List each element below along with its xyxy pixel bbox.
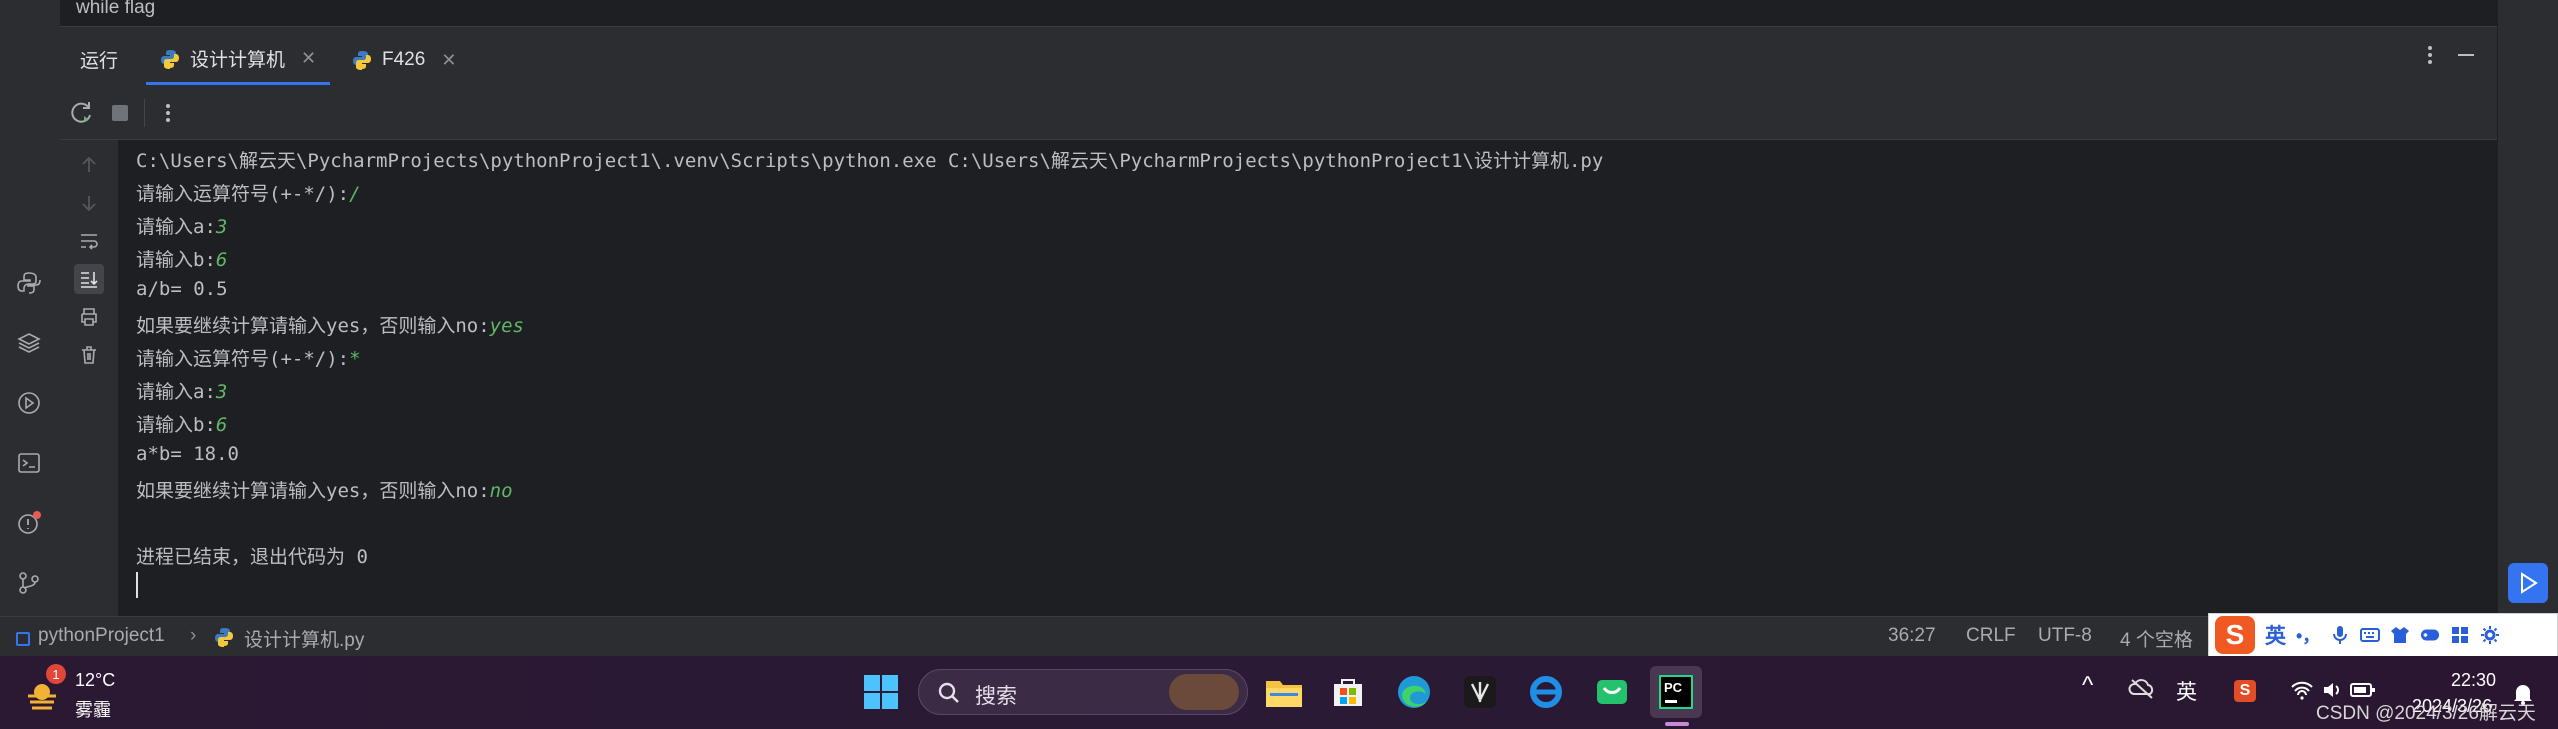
project-folder-icon [16, 632, 30, 646]
console-line: 请输入b:6 [136, 249, 228, 271]
console-line: a/b= 0.5 [136, 278, 228, 300]
pycharm-taskbar-icon[interactable]: PC [1650, 666, 1702, 718]
keyboard-icon[interactable] [2360, 625, 2381, 645]
microsoft-store-icon[interactable] [1322, 666, 1374, 718]
right-tool-strip [2497, 0, 2558, 616]
python-console-icon[interactable] [14, 268, 44, 298]
text-cursor [136, 572, 138, 598]
ime-mode-toggle[interactable]: 英 [2265, 620, 2286, 650]
close-tab-icon[interactable]: ✕ [441, 50, 456, 71]
layers-icon[interactable] [14, 328, 44, 358]
console-line: 请输入运算符号(+-*/):* [136, 348, 361, 370]
console-line: C:\Users\解云天\PycharmProjects\pythonProje… [136, 150, 1604, 172]
line-ending[interactable]: CRLF [1966, 625, 2016, 647]
minimize-icon[interactable] [2454, 43, 2478, 67]
green-app-icon[interactable] [1586, 666, 1638, 718]
search-placeholder: 搜索 [975, 685, 1017, 708]
run-preview-icon[interactable] [2508, 563, 2548, 603]
problems-icon[interactable] [14, 508, 44, 538]
battery-icon[interactable] [2350, 680, 2376, 700]
notification-badge: 1 [46, 664, 66, 684]
console-side-toolbar [60, 140, 118, 616]
console-output[interactable]: C:\Users\解云天\PycharmProjects\pythonProje… [118, 140, 2497, 616]
search-highlight-image [1169, 674, 1239, 710]
chevron-up-icon[interactable]: ^ [2082, 672, 2093, 700]
sogou-tray-icon[interactable]: S [2234, 680, 2256, 702]
ie-browser-icon[interactable] [1520, 666, 1572, 718]
run-toolbar [60, 87, 2497, 140]
console-line: 进程已结束，退出代码为 0 [136, 546, 368, 568]
onedrive-cloud-icon[interactable] [2128, 676, 2156, 704]
input-language-indicator[interactable]: 英 [2176, 676, 2197, 706]
git-icon[interactable] [14, 568, 44, 598]
left-tool-strip [0, 0, 61, 616]
ime-punct-toggle[interactable]: •， [2296, 622, 2320, 648]
wifi-icon[interactable] [2290, 680, 2314, 700]
rerun-icon[interactable] [68, 99, 96, 127]
windows-taskbar: 1 12°C 雾霾 搜索 PC ^ 英 S 22:30 2024/3/26 CS… [0, 656, 2558, 729]
services-icon[interactable] [14, 388, 44, 418]
pycharm-logo-icon: PC [1659, 675, 1693, 709]
active-app-indicator [1665, 722, 1689, 726]
run-tool-window-header: 运行 设计计算机 ✕ F426 ✕ [60, 26, 2497, 88]
console-line: 请输入运算符号(+-*/):/ [136, 183, 361, 205]
close-tab-icon[interactable]: ✕ [301, 48, 316, 69]
python-icon [161, 49, 179, 69]
clock-time[interactable]: 22:30 [2451, 670, 2496, 691]
speaker-icon[interactable] [2322, 680, 2344, 700]
app-shield-icon[interactable] [1454, 666, 1506, 718]
python-icon [215, 628, 233, 647]
tab-label: F426 [382, 49, 426, 70]
tab-label: 设计计算机 [190, 50, 286, 71]
edge-browser-icon[interactable] [1388, 666, 1440, 718]
console-line: 请输入a:3 [136, 216, 228, 238]
ime-toolbar: S 英 •， [2208, 613, 2558, 657]
csdn-watermark: CSDN @2024/3/26解云天 [2316, 703, 2536, 724]
sogou-logo-icon[interactable]: S [2215, 616, 2255, 654]
tab-run-config-2[interactable]: F426 ✕ [338, 35, 470, 85]
weather-widget-icon[interactable]: 1 [22, 664, 66, 714]
caret-position[interactable]: 36:27 [1888, 625, 1936, 647]
console-line: 如果要继续计算请输入yes，否则输入no:yes [136, 315, 524, 337]
console-line: 请输入b:6 [136, 414, 228, 436]
breadcrumb-file[interactable]: 设计计算机.py [244, 625, 364, 652]
console-line: a*b= 18.0 [136, 443, 239, 465]
arrow-down-icon[interactable] [74, 188, 104, 218]
trash-icon[interactable] [74, 340, 104, 370]
scroll-to-end-icon[interactable] [74, 264, 104, 294]
more-actions-icon[interactable] [156, 101, 180, 125]
toolbar-divider [144, 99, 145, 127]
taskbar-search-box[interactable]: 搜索 [918, 669, 1248, 715]
file-encoding[interactable]: UTF-8 [2038, 625, 2092, 647]
python-icon [353, 51, 371, 70]
arrow-up-icon[interactable] [74, 150, 104, 180]
more-options-icon[interactable] [2418, 43, 2442, 67]
weather-description: 雾霾 [75, 700, 111, 720]
breadcrumb-project[interactable]: pythonProject1 [38, 625, 165, 647]
console-line: 请输入a:3 [136, 381, 228, 403]
breadcrumb-separator-icon: › [190, 625, 197, 646]
run-window-title: 运行 [80, 51, 119, 72]
settings-gear-icon[interactable] [2480, 625, 2500, 645]
skin-shirt-icon[interactable] [2390, 625, 2410, 645]
editor-code-fragment: while flag [60, 0, 2497, 26]
soft-wrap-icon[interactable] [74, 226, 104, 256]
search-icon [938, 682, 959, 703]
gamepad-icon[interactable] [2420, 625, 2440, 645]
terminal-icon[interactable] [14, 448, 44, 478]
stop-icon[interactable] [108, 101, 132, 125]
weather-temperature: 12°C [75, 670, 116, 690]
toolbox-grid-icon[interactable] [2450, 625, 2470, 645]
windows-start-icon[interactable] [855, 666, 907, 718]
tab-run-config-1[interactable]: 设计计算机 ✕ [146, 35, 331, 85]
console-line: 如果要继续计算请输入yes，否则输入no:no [136, 480, 513, 502]
microphone-icon[interactable] [2330, 625, 2350, 645]
file-explorer-icon[interactable] [1258, 666, 1310, 718]
status-bar: pythonProject1 › 设计计算机.py 36:27 CRLF UTF… [0, 616, 2558, 657]
indent-setting[interactable]: 4 个空格 [2120, 625, 2193, 652]
print-icon[interactable] [74, 302, 104, 332]
code-line: while flag [76, 0, 156, 18]
